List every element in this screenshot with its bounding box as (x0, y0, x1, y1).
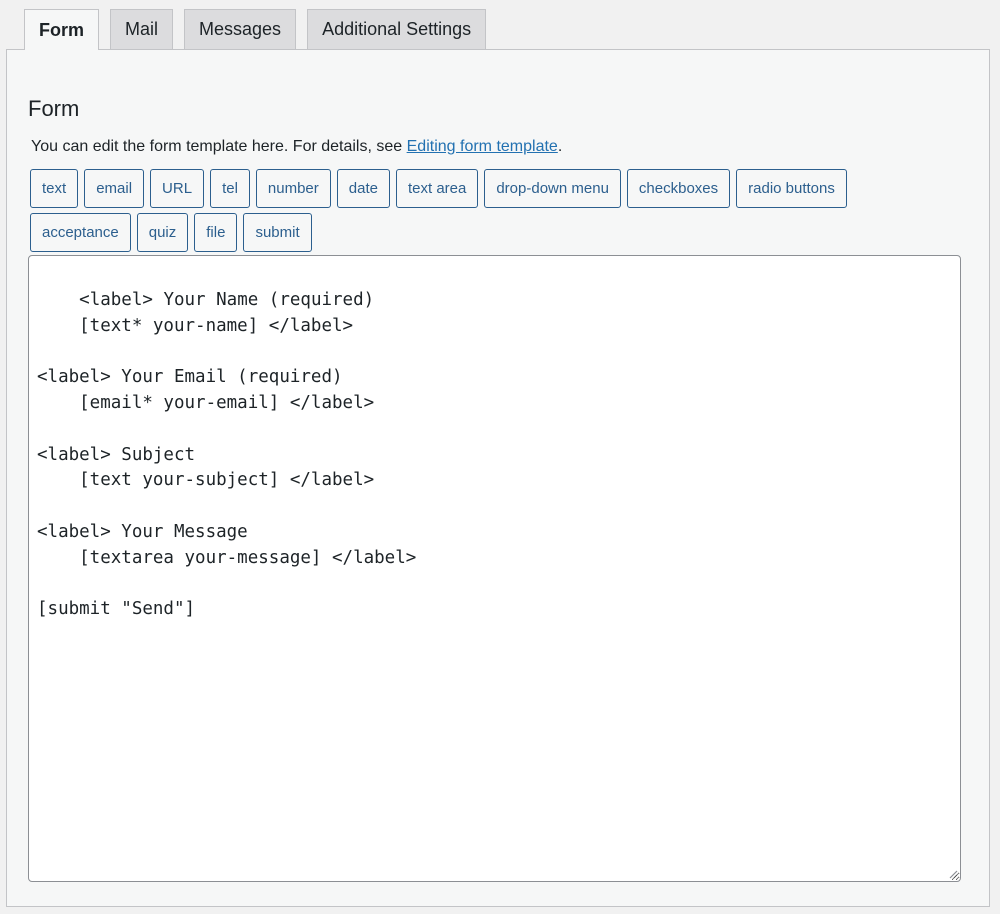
description-text: You can edit the form template here. For… (31, 138, 407, 155)
tag-button-checkboxes[interactable]: checkboxes (626, 169, 731, 208)
description-suffix: . (557, 138, 563, 155)
tab-additional-settings[interactable]: Additional Settings (307, 9, 487, 49)
tab-messages[interactable]: Messages (184, 9, 297, 49)
tag-button-url[interactable]: URL (150, 169, 205, 208)
tag-button-submit[interactable]: submit (243, 213, 312, 252)
tag-button-radio-buttons[interactable]: radio buttons (736, 169, 847, 208)
tab-bar: Form Mail Messages Additional Settings (24, 9, 487, 50)
tag-generator-row-1: text email URL tel number date text area… (30, 169, 847, 208)
resize-handle-icon[interactable] (948, 869, 958, 879)
tag-button-text-area[interactable]: text area (395, 169, 479, 208)
tag-button-file[interactable]: file (194, 213, 238, 252)
tag-button-text[interactable]: text (30, 169, 79, 208)
tab-mail[interactable]: Mail (110, 9, 174, 49)
tag-button-date[interactable]: date (336, 169, 390, 208)
form-panel: Form You can edit the form template here… (6, 49, 990, 907)
tag-button-quiz[interactable]: quiz (136, 213, 189, 252)
panel-title: Form (28, 96, 80, 121)
tag-button-number[interactable]: number (255, 169, 331, 208)
tag-button-email[interactable]: email (84, 169, 145, 208)
tab-form[interactable]: Form (24, 9, 99, 50)
tag-button-drop-down-menu[interactable]: drop-down menu (484, 169, 621, 208)
tag-button-acceptance[interactable]: acceptance (30, 213, 131, 252)
form-template-editor[interactable]: <label> Your Name (required) [text* your… (28, 255, 961, 882)
tag-button-tel[interactable]: tel (210, 169, 250, 208)
panel-description: You can edit the form template here. For… (31, 138, 562, 156)
editing-form-template-link[interactable]: Editing form template (407, 138, 558, 155)
tag-generator-row-2: acceptance quiz file submit (30, 213, 312, 252)
editor-content[interactable]: <label> Your Name (required) [text* your… (37, 290, 416, 620)
